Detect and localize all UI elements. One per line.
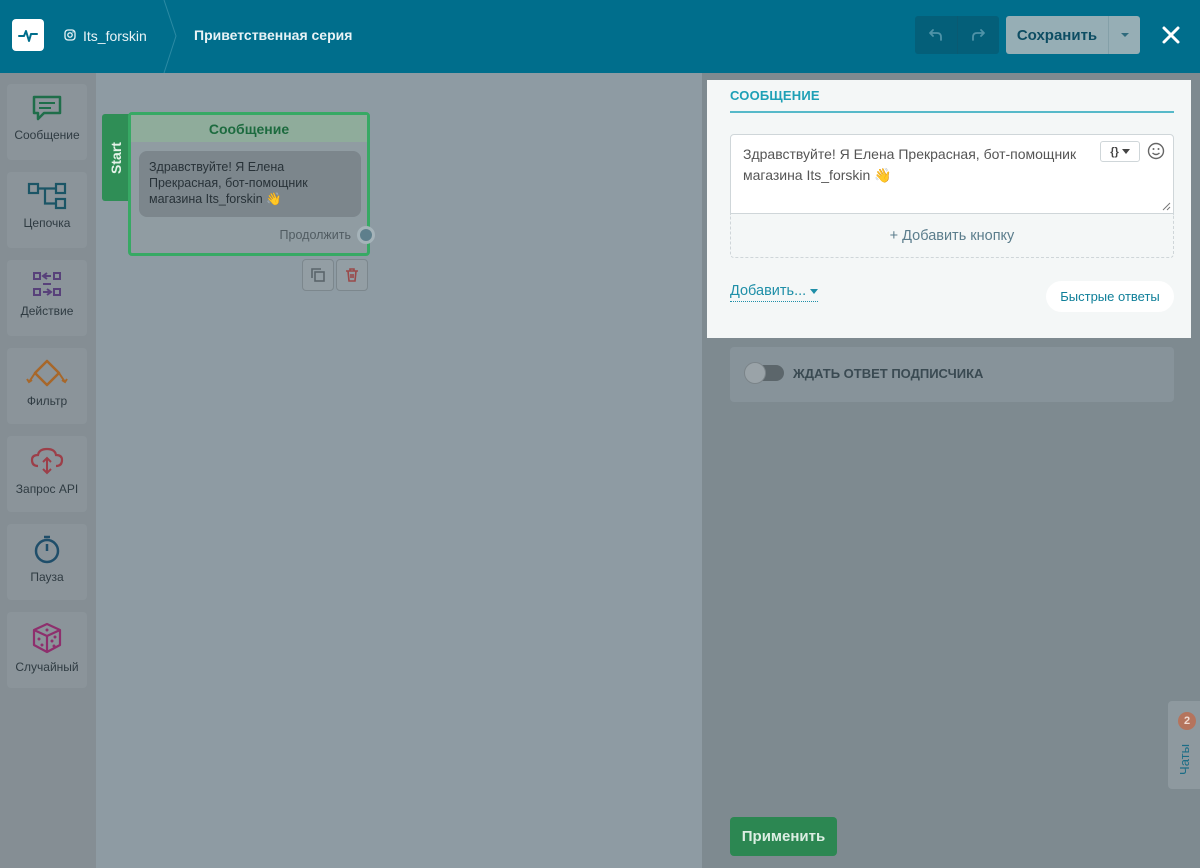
undo-icon <box>928 29 942 41</box>
start-label: Start <box>107 141 124 174</box>
node-output-port[interactable] <box>357 226 375 244</box>
caret-down-icon <box>1120 33 1129 37</box>
palette-item-chain[interactable]: Цепочка <box>7 172 87 248</box>
wait-reply-option: ЖДАТЬ ОТВЕТ ПОДПИСЧИКА <box>730 347 1174 402</box>
action-icon <box>33 272 61 296</box>
message-icon <box>32 95 62 121</box>
palette-item-filter[interactable]: Фильтр <box>7 348 87 424</box>
app-logo-icon[interactable] <box>12 19 44 51</box>
duplicate-node-button[interactable] <box>302 259 334 291</box>
palette-item-label: Сообщение <box>14 128 80 142</box>
section-title: СООБЩЕНИЕ <box>730 88 820 103</box>
undo-button[interactable] <box>915 16 957 54</box>
wait-reply-toggle[interactable] <box>744 362 784 384</box>
palette-item-action[interactable]: Действие <box>7 260 87 336</box>
message-text: Здравствуйте! Я Елена Прекрасная, бот-по… <box>743 146 1077 183</box>
timer-icon <box>34 535 60 564</box>
redo-icon <box>972 29 986 41</box>
chats-count-badge: 2 <box>1178 712 1196 730</box>
insert-variable-button[interactable]: {} <box>1100 141 1140 162</box>
caret-down-icon <box>1121 149 1130 154</box>
palette-item-api-request[interactable]: Запрос API <box>7 436 87 512</box>
add-button-button[interactable]: + Добавить кнопку <box>730 214 1174 258</box>
save-options-button[interactable] <box>1108 16 1140 54</box>
resize-handle-icon[interactable] <box>1162 202 1171 211</box>
chats-label: Чаты <box>1176 743 1192 775</box>
add-menu-label: Добавить... <box>730 283 807 299</box>
instagram-icon <box>64 28 76 44</box>
close-icon <box>1162 26 1180 44</box>
delete-node-button[interactable] <box>336 259 368 291</box>
account-switcher[interactable]: Its_forskin <box>64 26 147 46</box>
filter-icon <box>26 359 68 387</box>
smile-icon <box>1147 142 1165 160</box>
quick-replies-button[interactable]: Быстрые ответы <box>1046 281 1174 312</box>
chain-icon <box>27 182 67 210</box>
api-cloud-icon <box>30 447 64 475</box>
dice-icon <box>32 622 62 654</box>
close-button[interactable] <box>1158 22 1184 48</box>
top-bar: Its_forskin Приветственная серия Сохрани… <box>0 0 1200 73</box>
emoji-button[interactable] <box>1146 141 1166 161</box>
palette-item-label: Запрос API <box>15 482 79 496</box>
save-button[interactable]: Сохранить <box>1006 16 1108 54</box>
palette-item-random[interactable]: Случайный <box>7 612 87 688</box>
caret-down-icon <box>810 288 819 294</box>
variable-label: {} <box>1110 145 1119 158</box>
block-palette: Сообщение Цепочка Действие Фильтр Запрос… <box>0 73 96 868</box>
palette-item-pause[interactable]: Пауза <box>7 524 87 600</box>
palette-item-label: Цепочка <box>23 216 71 230</box>
palette-item-label: Действие <box>20 304 74 318</box>
wait-reply-label: ЖДАТЬ ОТВЕТ ПОДПИСЧИКА <box>793 366 984 381</box>
chats-tab[interactable]: 2 Чаты <box>1168 701 1200 789</box>
save-control: Сохранить <box>1006 16 1140 54</box>
history-controls <box>915 16 999 54</box>
account-name: Its_forskin <box>83 28 147 44</box>
start-marker: Start <box>102 114 129 201</box>
add-menu-dropdown[interactable]: Добавить... <box>730 283 819 302</box>
breadcrumb-separator <box>163 0 177 73</box>
palette-item-label: Пауза <box>30 570 64 584</box>
redo-button[interactable] <box>956 16 1000 54</box>
palette-item-label: Случайный <box>15 660 79 674</box>
palette-item-label: Фильтр <box>26 394 68 408</box>
copy-icon <box>311 268 325 282</box>
trash-icon <box>346 268 358 282</box>
node-continue-label: Продолжить <box>279 228 351 242</box>
page-title: Приветственная серия <box>194 27 353 43</box>
section-underline <box>730 111 1174 113</box>
node-title: Сообщение <box>131 115 367 142</box>
message-node[interactable]: Сообщение Здравствуйте! Я Елена Прекрасн… <box>128 112 370 256</box>
palette-item-message[interactable]: Сообщение <box>7 84 87 160</box>
toggle-knob <box>744 362 766 384</box>
message-editor-card: СООБЩЕНИЕ Здравствуйте! Я Елена Прекрасн… <box>707 80 1191 338</box>
apply-button[interactable]: Применить <box>730 817 837 856</box>
message-textarea[interactable]: Здравствуйте! Я Елена Прекрасная, бот-по… <box>730 134 1174 214</box>
node-message-preview: Здравствуйте! Я Елена Прекрасная, бот-по… <box>139 151 361 217</box>
